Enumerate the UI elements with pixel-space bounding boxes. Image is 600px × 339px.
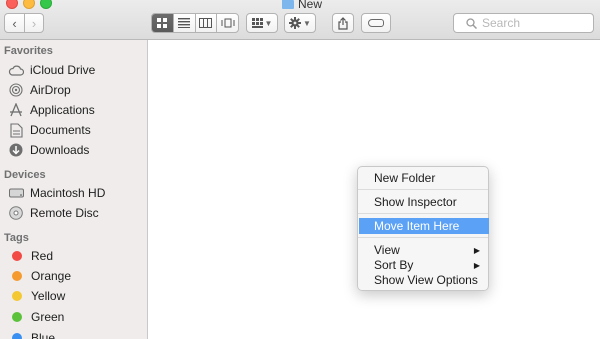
menu-separator bbox=[358, 213, 488, 214]
tag-icon bbox=[368, 19, 384, 27]
chevron-down-icon: ▼ bbox=[264, 18, 273, 28]
blue-tag-dot-icon bbox=[12, 333, 22, 339]
sidebar-item-tag-green[interactable]: Green bbox=[8, 308, 64, 326]
sidebar-item-remote-disc[interactable]: Remote Disc bbox=[8, 204, 99, 222]
menu-item-label: New Folder bbox=[374, 171, 436, 185]
sidebar-item-tag-orange[interactable]: Orange bbox=[8, 267, 71, 285]
share-button[interactable] bbox=[332, 13, 354, 33]
sidebar-item-label: AirDrop bbox=[30, 83, 71, 97]
cloud-icon bbox=[8, 62, 24, 78]
sidebar-item-label: Remote Disc bbox=[30, 206, 99, 220]
sidebar-item-macintosh-hd[interactable]: Macintosh HD bbox=[8, 184, 105, 202]
arrange-menu-button[interactable]: ▼ bbox=[246, 13, 278, 33]
sidebar-item-label: Orange bbox=[31, 269, 72, 283]
sidebar-item-label: Blue bbox=[31, 331, 56, 339]
navigation-buttons: ‹ › bbox=[4, 13, 44, 33]
applications-icon bbox=[8, 102, 24, 118]
red-tag-dot-icon bbox=[12, 251, 22, 261]
submenu-arrow-icon: ▶ bbox=[473, 260, 480, 270]
menu-separator bbox=[358, 237, 488, 238]
action-menu-button[interactable]: ▼ bbox=[284, 13, 316, 33]
disc-icon bbox=[8, 205, 24, 221]
arrange-grid-icon bbox=[251, 18, 263, 28]
context-menu: New Folder Show Inspector Move Item Here… bbox=[357, 166, 489, 291]
sidebar-item-label: Documents bbox=[30, 123, 91, 137]
submenu-arrow-icon: ▶ bbox=[473, 245, 480, 255]
sidebar-item-label: iCloud Drive bbox=[30, 63, 96, 77]
airdrop-icon bbox=[8, 82, 24, 98]
column-view-button[interactable] bbox=[194, 14, 217, 32]
sidebar-item-documents[interactable]: Documents bbox=[8, 121, 91, 139]
edit-tags-button[interactable] bbox=[361, 13, 391, 33]
folder-icon bbox=[282, 0, 294, 9]
chevron-right-icon: › bbox=[31, 15, 37, 31]
menu-item-label: Show Inspector bbox=[374, 195, 457, 209]
chevron-down-icon: ▼ bbox=[303, 18, 311, 28]
sidebar-item-airdrop[interactable]: AirDrop bbox=[8, 81, 71, 99]
window-toolbar: New ‹ › ▼ ▼ Search bbox=[0, 0, 600, 40]
sidebar-item-label: Green bbox=[31, 310, 65, 324]
column-view-icon bbox=[199, 18, 213, 28]
sidebar-item-tag-blue[interactable]: Blue bbox=[8, 329, 55, 339]
forward-button[interactable]: › bbox=[23, 14, 43, 32]
menu-item-label: Show View Options bbox=[374, 273, 478, 287]
downloads-icon bbox=[8, 142, 24, 158]
view-mode-control bbox=[151, 13, 239, 33]
list-view-icon bbox=[178, 18, 191, 28]
cover-flow-view-button[interactable] bbox=[216, 14, 238, 32]
sidebar-item-label: Downloads bbox=[30, 143, 90, 157]
sidebar-heading-favorites: Favorites bbox=[4, 45, 53, 57]
sidebar-item-label: Applications bbox=[30, 103, 95, 117]
menu-item-view[interactable]: View ▶ bbox=[359, 242, 489, 258]
sidebar-item-label: Macintosh HD bbox=[30, 186, 106, 200]
window-title: New bbox=[282, 0, 322, 11]
menu-item-sort-by[interactable]: Sort By ▶ bbox=[359, 257, 489, 273]
sidebar-item-label: Red bbox=[31, 249, 54, 263]
green-tag-dot-icon bbox=[12, 312, 22, 322]
sidebar-item-applications[interactable]: Applications bbox=[8, 101, 95, 119]
zoom-window-button[interactable] bbox=[40, 0, 52, 9]
chevron-left-icon: ‹ bbox=[12, 15, 17, 31]
sidebar: Favorites iCloud Drive AirDrop Applicati… bbox=[0, 40, 148, 339]
list-view-button[interactable] bbox=[172, 14, 195, 32]
sidebar-item-label: Yellow bbox=[31, 289, 66, 303]
hard-drive-icon bbox=[8, 185, 24, 201]
menu-item-new-folder[interactable]: New Folder bbox=[359, 170, 489, 186]
documents-icon bbox=[8, 122, 24, 138]
gear-icon bbox=[289, 17, 302, 29]
search-icon bbox=[466, 17, 477, 29]
menu-item-label: Move Item Here bbox=[374, 219, 460, 233]
menu-item-label: Sort By bbox=[374, 258, 414, 272]
icon-view-icon bbox=[157, 18, 168, 28]
share-icon bbox=[338, 16, 348, 30]
search-field[interactable]: Search bbox=[453, 13, 594, 33]
search-placeholder: Search bbox=[482, 16, 521, 30]
sidebar-item-icloud-drive[interactable]: iCloud Drive bbox=[8, 61, 95, 79]
minimize-window-button[interactable] bbox=[23, 0, 35, 9]
menu-item-move-item-here[interactable]: Move Item Here bbox=[359, 218, 489, 234]
menu-item-label: View bbox=[374, 243, 400, 257]
sidebar-item-downloads[interactable]: Downloads bbox=[8, 141, 89, 159]
sidebar-heading-tags: Tags bbox=[4, 232, 29, 244]
cover-flow-view-icon bbox=[221, 18, 235, 28]
orange-tag-dot-icon bbox=[12, 271, 22, 281]
icon-view-button[interactable] bbox=[152, 14, 173, 32]
back-button[interactable]: ‹ bbox=[5, 14, 24, 32]
menu-item-show-inspector[interactable]: Show Inspector bbox=[359, 194, 489, 210]
yellow-tag-dot-icon bbox=[12, 291, 22, 301]
sidebar-item-tag-yellow[interactable]: Yellow bbox=[8, 287, 65, 305]
menu-separator bbox=[358, 189, 488, 190]
sidebar-item-tag-red[interactable]: Red bbox=[8, 247, 53, 265]
sidebar-heading-devices: Devices bbox=[4, 169, 46, 181]
window-title-text: New bbox=[298, 0, 323, 11]
menu-item-show-view-options[interactable]: Show View Options bbox=[359, 272, 489, 288]
close-window-button[interactable] bbox=[6, 0, 18, 9]
